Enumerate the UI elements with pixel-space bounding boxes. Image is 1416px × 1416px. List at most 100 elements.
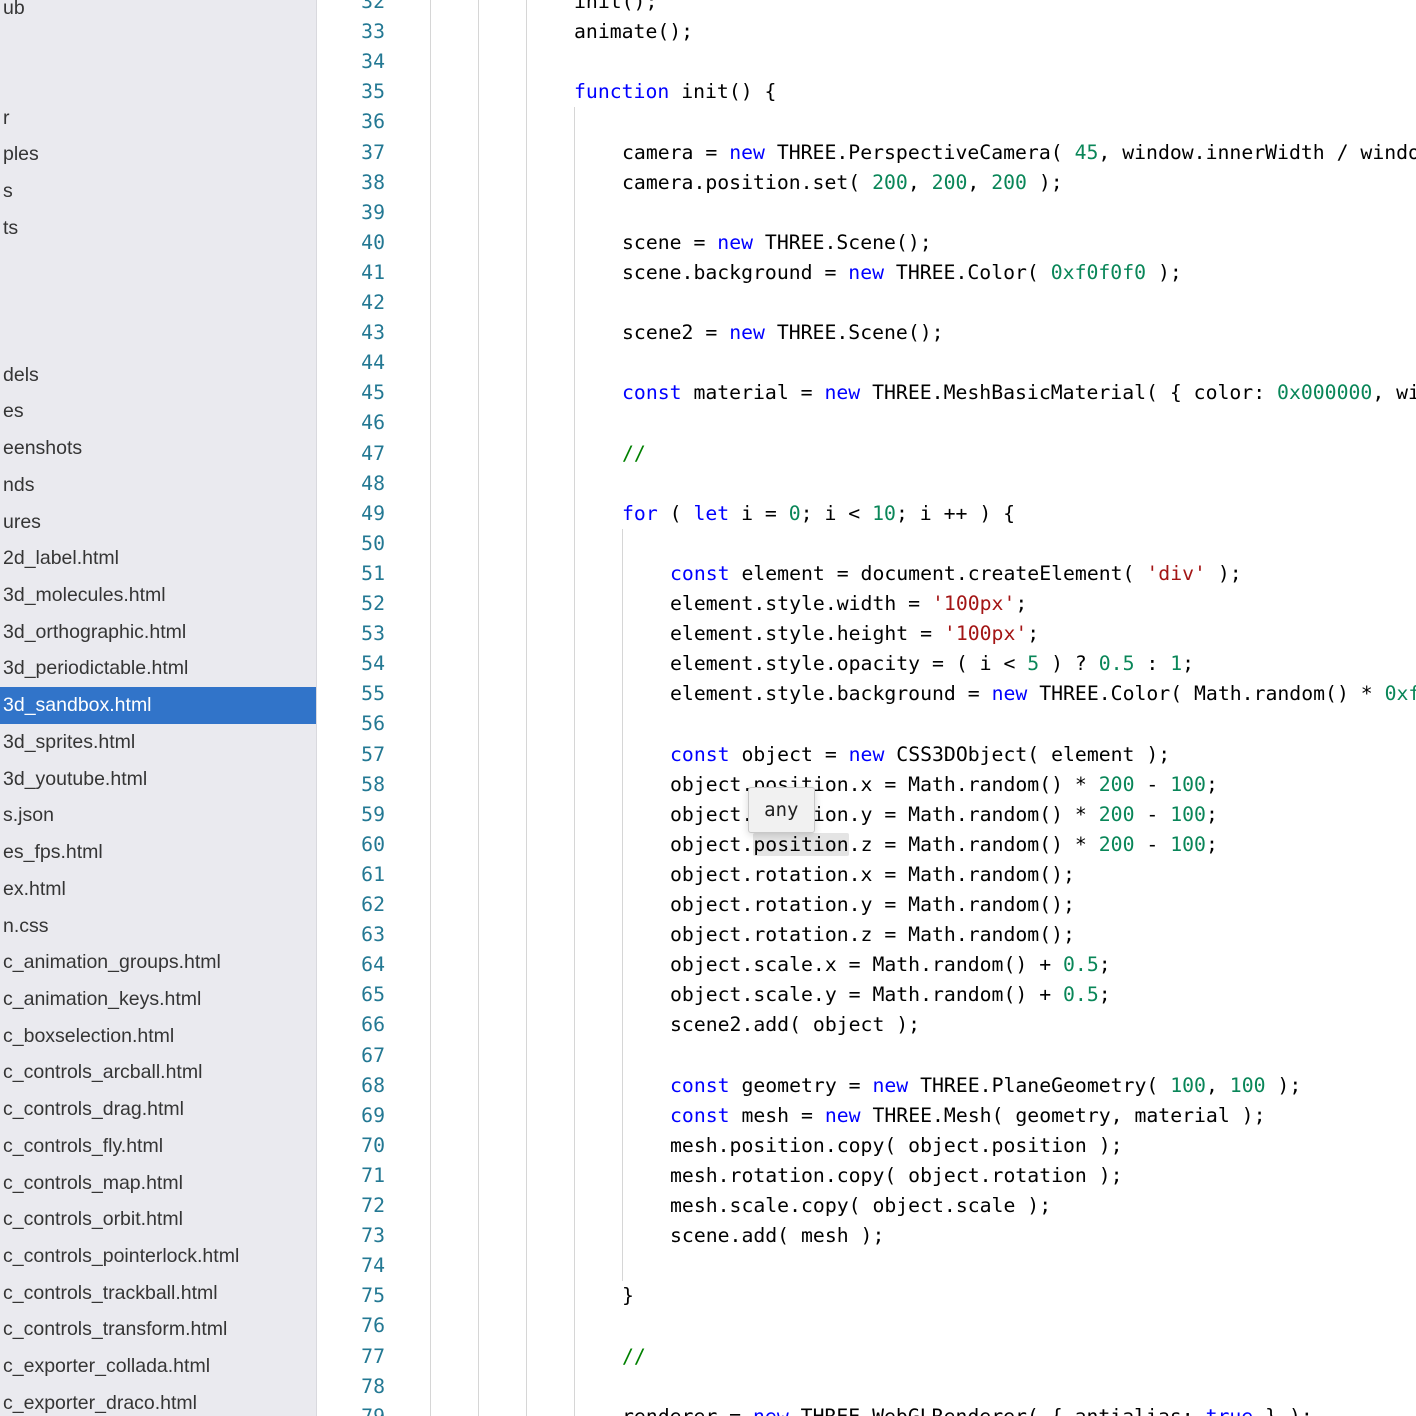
- code-line[interactable]: [317, 1311, 1416, 1341]
- code-token: THREE.WebGLRenderer( { antialias:: [789, 1405, 1206, 1416]
- code-line[interactable]: [317, 348, 1416, 378]
- code-line[interactable]: object.scale.y = Math.random() + 0.5;: [317, 980, 1416, 1010]
- sidebar-item[interactable]: c_exporter_draco.html: [0, 1385, 316, 1416]
- code-line[interactable]: scene = new THREE.Scene();: [317, 228, 1416, 258]
- code-line[interactable]: [317, 1372, 1416, 1402]
- code-token: element.style.background =: [670, 682, 992, 705]
- code-line[interactable]: camera.position.set( 200, 200, 200 );: [317, 168, 1416, 198]
- code-token: -: [1134, 773, 1170, 796]
- sidebar-item[interactable]: r: [0, 100, 316, 137]
- code-line[interactable]: const material = new THREE.MeshBasicMate…: [317, 378, 1416, 408]
- code-line[interactable]: scene2.add( object );: [317, 1010, 1416, 1040]
- code-line[interactable]: init();: [317, 0, 1416, 17]
- sidebar-item[interactable]: c_boxselection.html: [0, 1018, 316, 1055]
- code-token: '100px': [932, 592, 1015, 615]
- sidebar-item[interactable]: c_exporter_collada.html: [0, 1348, 316, 1385]
- code-line[interactable]: renderer = new THREE.WebGLRenderer( { an…: [317, 1402, 1416, 1416]
- code-line[interactable]: [317, 107, 1416, 137]
- code-token: 200: [1099, 803, 1135, 826]
- code-token: ;: [1099, 953, 1111, 976]
- code-line[interactable]: object.position.x = Math.random() * 200 …: [317, 770, 1416, 800]
- code-token: //: [622, 1345, 646, 1368]
- code-line[interactable]: [317, 469, 1416, 499]
- code-line[interactable]: element.style.height = '100px';: [317, 619, 1416, 649]
- sidebar-item[interactable]: 3d_youtube.html: [0, 761, 316, 798]
- sidebar-item[interactable]: nds: [0, 467, 316, 504]
- code-line[interactable]: object.rotation.y = Math.random();: [317, 890, 1416, 920]
- code-line[interactable]: object.rotation.x = Math.random();: [317, 860, 1416, 890]
- code-line[interactable]: const element = document.createElement( …: [317, 559, 1416, 589]
- sidebar-item[interactable]: c_animation_groups.html: [0, 944, 316, 981]
- code-line[interactable]: [317, 1251, 1416, 1281]
- code-token: element = document.createElement(: [730, 562, 1147, 585]
- sidebar-item[interactable]: 3d_sprites.html: [0, 724, 316, 761]
- sidebar-item[interactable]: c_controls_fly.html: [0, 1128, 316, 1165]
- code-token: const: [622, 381, 682, 404]
- code-token: '100px': [944, 622, 1027, 645]
- sidebar-item[interactable]: ex.html: [0, 871, 316, 908]
- code-line[interactable]: for ( let i = 0; i < 10; i ++ ) {: [317, 499, 1416, 529]
- code-line[interactable]: element.style.background = new THREE.Col…: [317, 679, 1416, 709]
- code-line[interactable]: scene.add( mesh );: [317, 1221, 1416, 1251]
- code-line[interactable]: object.position.z = Math.random() * 200 …: [317, 830, 1416, 860]
- code-line[interactable]: const geometry = new THREE.PlaneGeometry…: [317, 1071, 1416, 1101]
- code-line[interactable]: object.rotation.z = Math.random();: [317, 920, 1416, 950]
- code-line[interactable]: scene.background = new THREE.Color( 0xf0…: [317, 258, 1416, 288]
- sidebar-item[interactable]: c_controls_pointerlock.html: [0, 1238, 316, 1275]
- sidebar-item[interactable]: c_controls_drag.html: [0, 1091, 316, 1128]
- sidebar-item[interactable]: n.css: [0, 908, 316, 945]
- sidebar-item[interactable]: 3d_periodictable.html: [0, 651, 316, 688]
- sidebar-item[interactable]: s: [0, 173, 316, 210]
- sidebar-item[interactable]: 3d_orthographic.html: [0, 614, 316, 651]
- sidebar-item[interactable]: c_controls_orbit.html: [0, 1201, 316, 1238]
- sidebar-item[interactable]: ples: [0, 137, 316, 174]
- sidebar-item[interactable]: c_controls_trackball.html: [0, 1275, 316, 1312]
- sidebar-item[interactable]: s.json: [0, 797, 316, 834]
- sidebar-item[interactable]: c_controls_arcball.html: [0, 1055, 316, 1092]
- code-line[interactable]: camera = new THREE.PerspectiveCamera( 45…: [317, 138, 1416, 168]
- code-line[interactable]: [317, 47, 1416, 77]
- code-line[interactable]: const object = new CSS3DObject( element …: [317, 740, 1416, 770]
- sidebar-item[interactable]: 3d_molecules.html: [0, 577, 316, 614]
- code-line[interactable]: scene2 = new THREE.Scene();: [317, 318, 1416, 348]
- code-line[interactable]: element.style.opacity = ( i < 5 ) ? 0.5 …: [317, 649, 1416, 679]
- sidebar-item[interactable]: ures: [0, 504, 316, 541]
- code-token: element.style.opacity = ( i <: [670, 652, 1027, 675]
- code-line[interactable]: animate();: [317, 17, 1416, 47]
- sidebar-item[interactable]: dels: [0, 357, 316, 394]
- code-line[interactable]: [317, 288, 1416, 318]
- code-line[interactable]: //: [317, 439, 1416, 469]
- code-line[interactable]: }: [317, 1281, 1416, 1311]
- code-line[interactable]: //: [317, 1342, 1416, 1372]
- sidebar-item[interactable]: es: [0, 394, 316, 431]
- sidebar-item[interactable]: 2d_label.html: [0, 540, 316, 577]
- sidebar-item[interactable]: 3d_sandbox.html: [0, 687, 316, 724]
- sidebar-item[interactable]: c_animation_keys.html: [0, 981, 316, 1018]
- code-line[interactable]: [317, 198, 1416, 228]
- sidebar-item[interactable]: es_fps.html: [0, 834, 316, 871]
- code-line[interactable]: [317, 408, 1416, 438]
- code-token: true: [1206, 1405, 1254, 1416]
- code-token: const: [670, 743, 730, 766]
- code-line[interactable]: [317, 709, 1416, 739]
- file-explorer-sidebar: ub rplessts delseseenshotsndsures2d_label.…: [0, 0, 317, 1416]
- sidebar-item[interactable]: eenshots: [0, 430, 316, 467]
- code-line[interactable]: mesh.scale.copy( object.scale );: [317, 1191, 1416, 1221]
- code-line[interactable]: mesh.position.copy( object.position );: [317, 1131, 1416, 1161]
- sidebar-item[interactable]: ub: [0, 0, 316, 26]
- code-line[interactable]: [317, 1041, 1416, 1071]
- sidebar-item[interactable]: c_controls_transform.html: [0, 1312, 316, 1349]
- code-line[interactable]: object.scale.x = Math.random() + 0.5;: [317, 950, 1416, 980]
- sidebar-item[interactable]: ts: [0, 210, 316, 247]
- code-token: new: [825, 1104, 861, 1127]
- code-line[interactable]: function init() {: [317, 77, 1416, 107]
- sidebar-item[interactable]: c_controls_map.html: [0, 1165, 316, 1202]
- code-line[interactable]: object.position.y = Math.random() * 200 …: [317, 800, 1416, 830]
- code-token: 200: [932, 171, 968, 194]
- code-line[interactable]: mesh.rotation.copy( object.rotation );: [317, 1161, 1416, 1191]
- code-line[interactable]: element.style.width = '100px';: [317, 589, 1416, 619]
- code-token: }: [622, 1284, 634, 1307]
- code-line[interactable]: [317, 529, 1416, 559]
- code-line[interactable]: const mesh = new THREE.Mesh( geometry, m…: [317, 1101, 1416, 1131]
- code-token: scene.add( mesh );: [670, 1224, 884, 1247]
